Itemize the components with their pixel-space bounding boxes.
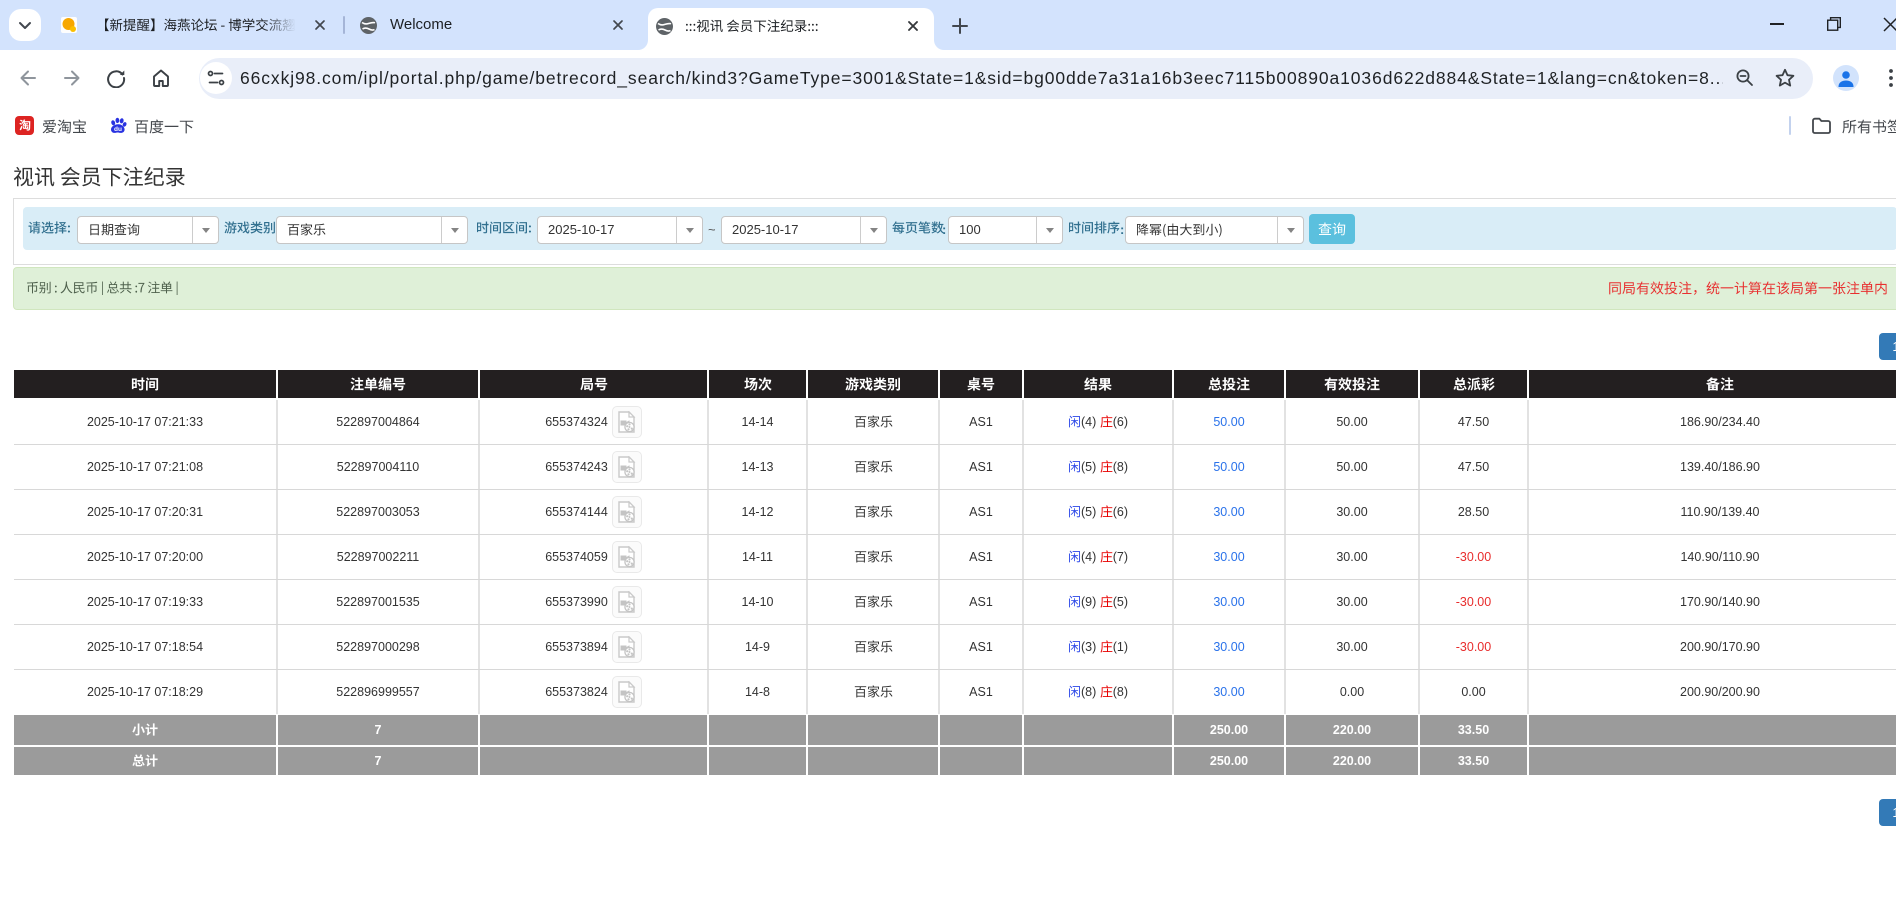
svg-text:du: du	[114, 126, 122, 133]
